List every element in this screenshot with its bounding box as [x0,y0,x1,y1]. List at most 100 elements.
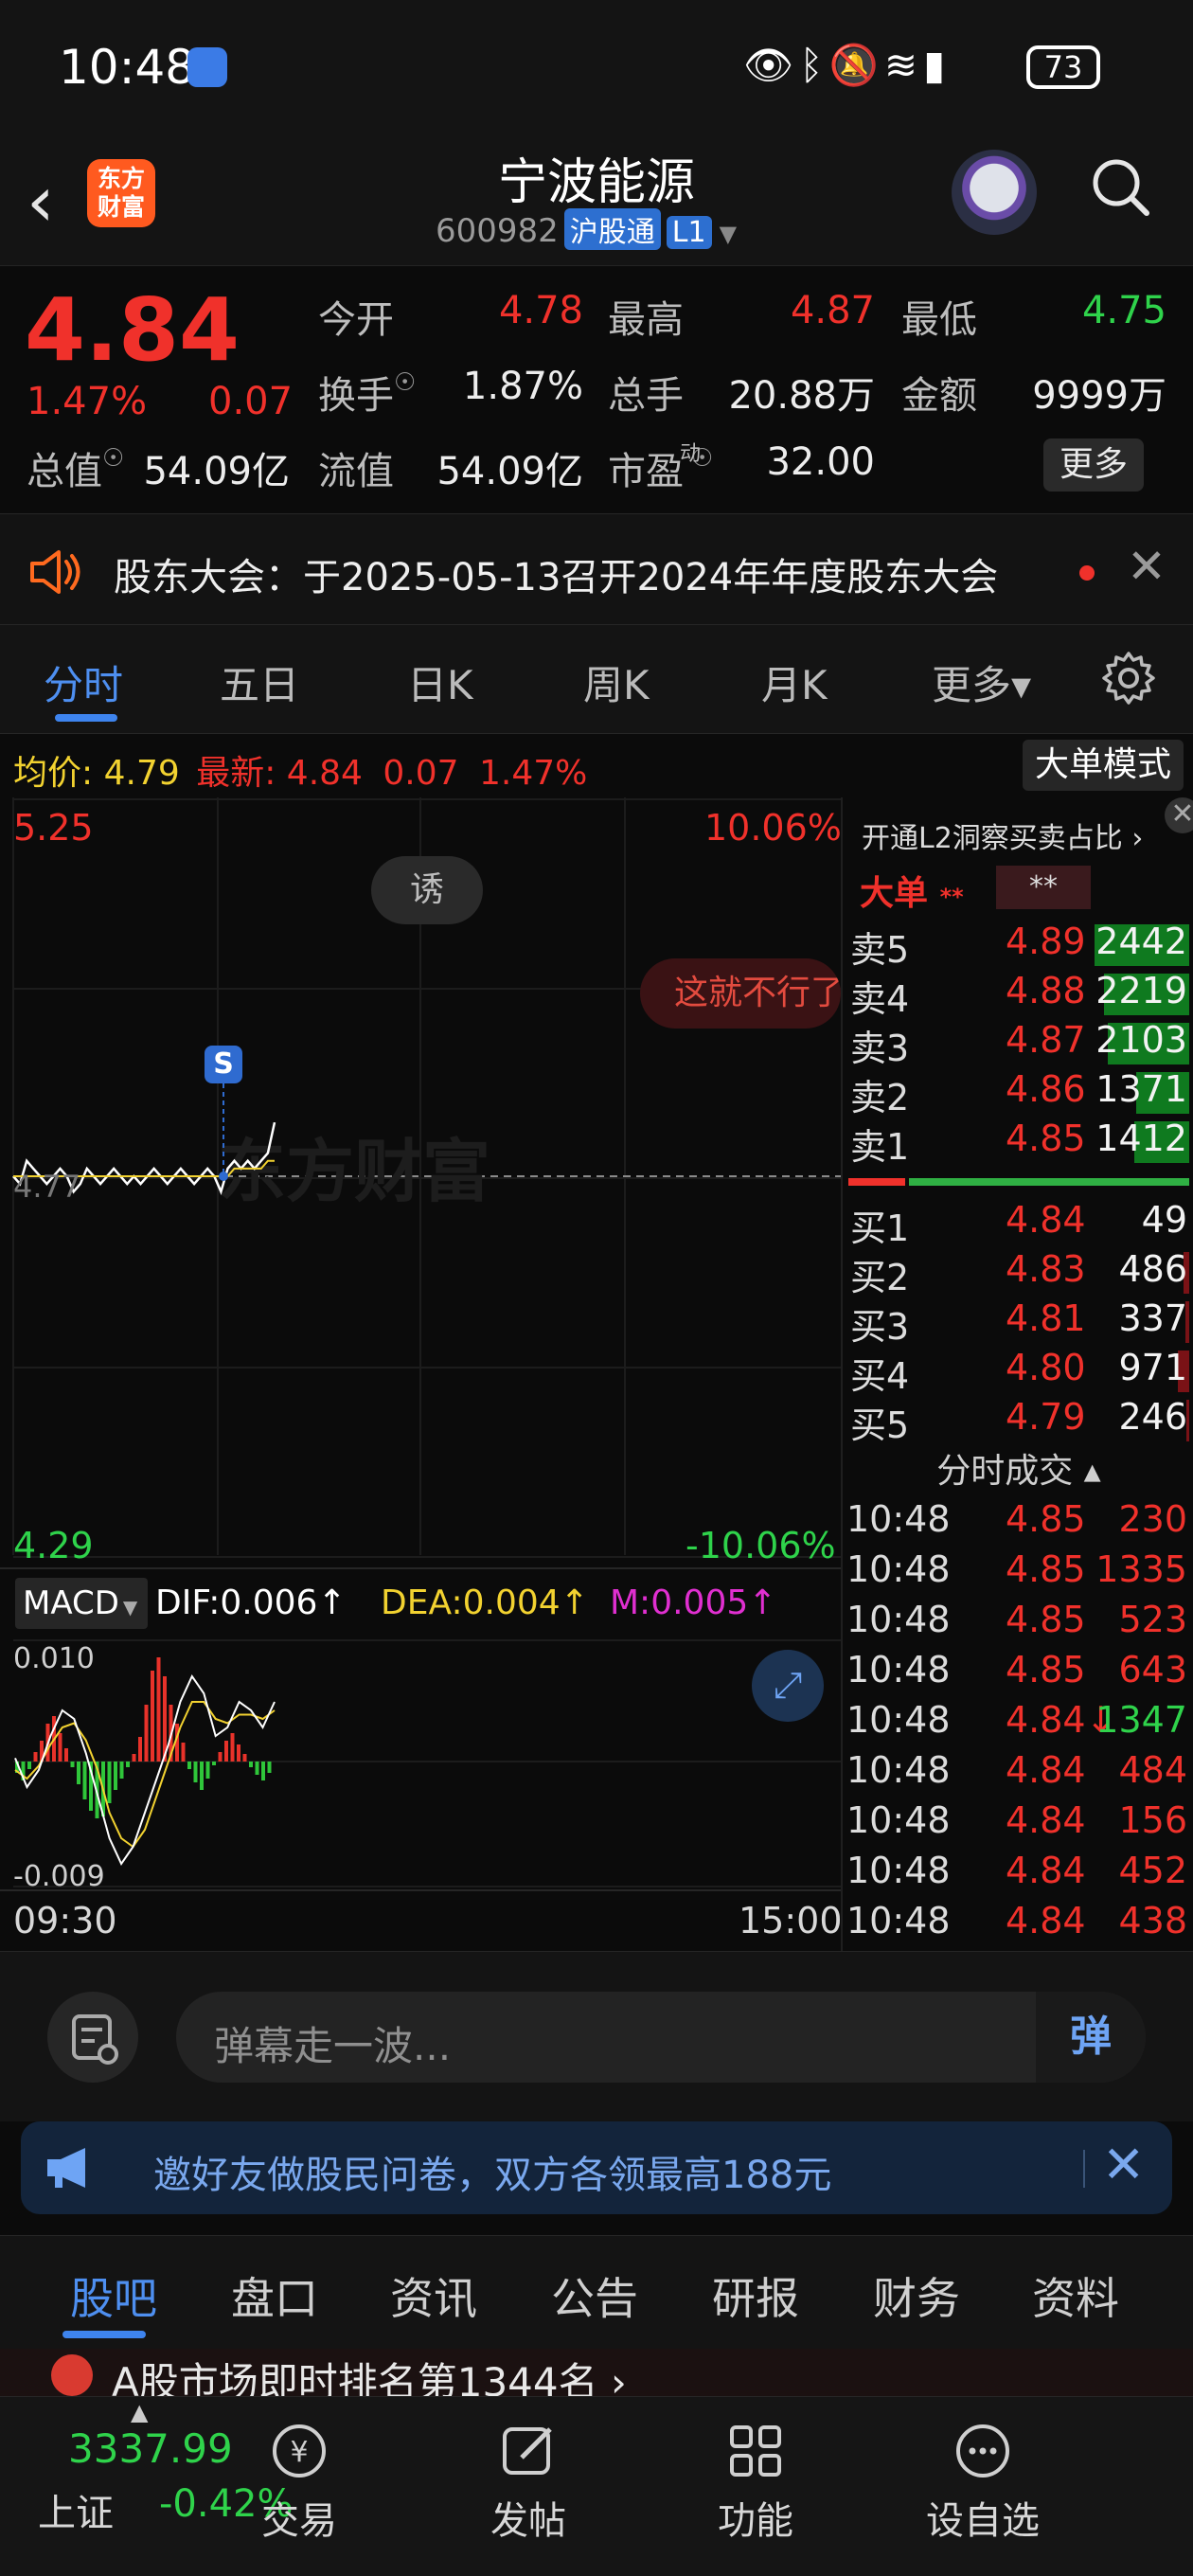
trade-time: 10:48 [846,1749,951,1791]
tab-3[interactable]: 周K [583,653,650,711]
edit-post-icon [434,2418,623,2484]
announcement-text: 股东大会：于2025-05-13召开2024年年度股东大会 [114,556,999,599]
announcement-bar[interactable]: 股东大会：于2025-05-13召开2024年年度股东大会 ✕ [0,513,1193,625]
bid-row[interactable]: 买2 4.83 486 [843,1248,1193,1298]
notification-app-icon [187,47,227,87]
trade-list-title[interactable]: 分时成交 ▴ [843,1443,1193,1493]
promo-banner[interactable]: 邀好友做股民问卷，双方各领最高188元 ✕ [21,2121,1172,2214]
stock-code-line[interactable]: 600982 沪股通 L1 ▼ [436,208,737,250]
close-icon[interactable]: ✕ [1127,539,1166,594]
search-icon[interactable] [1087,153,1153,220]
tab-4[interactable]: 月K [761,653,828,711]
index-name[interactable]: 上证 [38,2482,114,2537]
ask-row[interactable]: 卖2 4.86 1371 [843,1068,1193,1118]
big-order-mode-button[interactable]: 大单模式 [1023,740,1184,791]
bid-level: 买1 [850,1208,910,1249]
bid-volume: 49 [1141,1199,1187,1241]
more-stats-button[interactable]: 更多 [1043,438,1144,492]
pct-axis-min: -10.06% [686,1525,836,1566]
close-icon[interactable]: ✕ [1102,2135,1145,2194]
indicator-selector[interactable]: MACD ▼ [15,1578,148,1629]
close-icon[interactable]: ✕ [1165,797,1193,833]
trade-time: 10:48 [846,1850,951,1891]
promo-text: 邀好友做股民问卷，双方各领最高188元 [153,2154,832,2197]
macd-bar [261,1762,265,1780]
mute-icon: 🔕 [828,42,884,88]
status-bar: 10:48 👁ᛒ🔕≋▮ 73 [0,0,1193,133]
robot-avatar-icon[interactable] [952,150,1037,235]
bid-volume: 246 [1118,1396,1187,1438]
tab-0[interactable]: 分时 [44,653,123,711]
bid-row[interactable]: 买5 4.79 246 [843,1396,1193,1446]
tab-2[interactable]: 日K [407,653,473,711]
intraday-chart[interactable]: 东方财富 5.25 10.06% 4.29 -10.06% 4.77 诱 这就不… [0,797,843,1953]
rank-icon [51,2354,93,2396]
ask-price: 4.88 [1006,970,1086,1011]
bid-volume: 971 [1118,1347,1187,1388]
bid-level: 买2 [850,1257,910,1298]
bid-price: 4.79 [1006,1396,1086,1438]
content-tab-5[interactable]: 财务 [873,2264,960,2327]
info-icon[interactable]: ☉ [394,368,416,397]
content-tab-0[interactable]: 股吧 [70,2264,157,2327]
nav-grid-apps[interactable]: 功能 [661,2418,850,2545]
chevron-up-icon[interactable]: ▲ [131,2399,148,2425]
content-tab-6[interactable]: 资料 [1032,2264,1119,2327]
expand-icon[interactable]: ⤢ [752,1650,824,1722]
buy-sell-ratio-bar [848,1178,1189,1186]
gear-icon[interactable] [1100,650,1157,707]
bid-row[interactable]: 买1 4.84 49 [843,1199,1193,1249]
danmaku-input[interactable]: 弹幕走一波... 弹 [176,1992,1146,2083]
macd-bar [187,1762,191,1769]
trade-price: 4.85 [1006,1548,1086,1590]
stat-value: 20.88万 [728,374,875,418]
macd-bar [249,1762,253,1767]
macd-bar [181,1743,186,1762]
macd-bar [144,1705,149,1762]
content-tab-2[interactable]: 资讯 [390,2264,477,2327]
stat-label: 总值 [27,450,102,493]
macd-bar [156,1657,161,1762]
tab-5[interactable]: 更多▾ [932,653,1031,711]
trade-volume: 643 [1118,1649,1187,1690]
period-tabs: 分时 五日 日K 周K 月K 更多▾ [0,625,1193,733]
nav-edit-post[interactable]: 发帖 [434,2418,623,2545]
tab-1[interactable]: 五日 [220,653,299,711]
danmaku-bar: 弹幕走一波... 弹 [0,1951,1193,2121]
back-button[interactable]: ‹ [27,161,55,242]
l2-upgrade-link[interactable]: 开通L2洞察买卖占比 › [862,814,1143,856]
bid-row[interactable]: 买4 4.80 971 [843,1347,1193,1397]
market-tag: 沪股通 [563,208,661,250]
eye-icon: 👁 [743,42,800,88]
big-order-text: 大单 [860,874,929,913]
bid-level: 买4 [850,1355,910,1397]
stat-value: 4.75 [1081,289,1166,332]
ask-row[interactable]: 卖1 4.85 1412 [843,1118,1193,1168]
content-tab-4[interactable]: 研报 [712,2264,799,2327]
stat-label: 金额 [901,374,977,418]
ask-row[interactable]: 卖4 4.88 2219 [843,970,1193,1020]
macd-bar [33,1752,38,1762]
nav-more-dots[interactable]: 设自选 [888,2418,1077,2545]
ask-row[interactable]: 卖3 4.87 2103 [843,1019,1193,1069]
ask-row[interactable]: 卖5 4.89 2442 [843,921,1193,971]
nav-label: 设自选 [926,2499,1040,2543]
danmaku-send-button[interactable]: 弹 [1036,1992,1146,2083]
nav-trade-yuan[interactable]: ¥ 交易 [205,2418,394,2545]
app-logo: 东方财富 [87,159,155,227]
bid-row[interactable]: 买3 4.81 337 [843,1297,1193,1348]
sell-signal-marker[interactable]: S [205,1046,242,1083]
macd-bar [27,1762,31,1769]
content-tab-1[interactable]: 盘口 [231,2264,318,2327]
trade-price: 4.84 [1006,1799,1086,1841]
macd-bar [138,1737,142,1762]
info-icon[interactable]: ☉ [102,444,124,473]
macd-bar [212,1762,216,1765]
content-tab-3[interactable]: 公告 [551,2264,638,2327]
chart-bubble[interactable]: 诱 [371,856,483,924]
bluetooth-icon: ᛒ [799,42,829,88]
ranking-peek-row[interactable]: A股市场即时排名第1344名 › [0,2349,1193,2396]
macd-dif-line [14,1673,276,1867]
danmaku-settings-icon[interactable] [47,1992,138,2083]
ask-price: 4.86 [1006,1068,1086,1110]
